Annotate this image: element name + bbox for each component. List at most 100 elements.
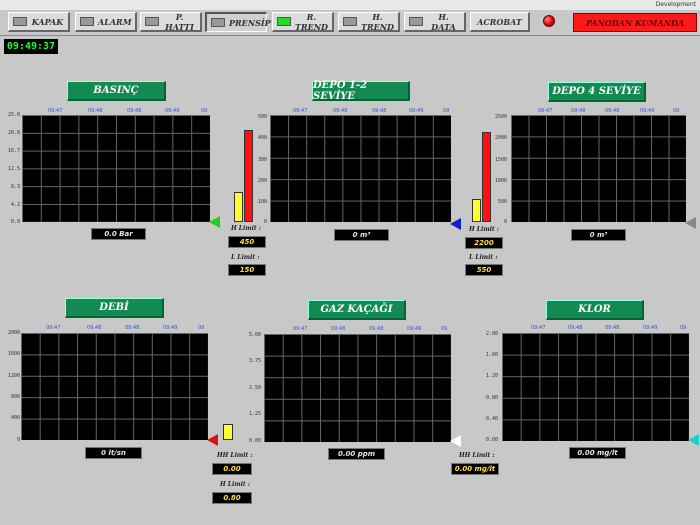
gaz-title: GAZ KAÇAĞI — [308, 300, 406, 320]
x-tick: 09:48 — [605, 325, 620, 331]
indicator-icon — [343, 17, 357, 26]
y-tick: 200 — [257, 178, 267, 184]
debi-value: 0 lt/sn — [85, 447, 142, 459]
y-tick: 500 — [257, 114, 267, 120]
nav-button-acrobat[interactable]: ACROBAT — [470, 12, 530, 32]
x-tick: 09 — [198, 325, 205, 331]
indicator-icon — [277, 17, 291, 26]
x-tick: 09:47 — [538, 108, 553, 114]
y-tick: 100 — [257, 199, 267, 205]
indicator-icon — [13, 17, 27, 26]
y-tick: 400 — [257, 135, 267, 141]
y-tick: 0.00 — [248, 438, 261, 444]
y-tick: 2500 — [494, 114, 507, 120]
nav-button-kapak[interactable]: KAPAK — [8, 12, 70, 32]
gaz-h-limit-value[interactable]: 0.80 — [212, 492, 252, 504]
x-tick: 09 — [201, 108, 208, 114]
indicator-icon — [409, 17, 423, 26]
depo4-value: 0 m³ — [571, 229, 626, 241]
nav-button-prensip[interactable]: PRENSİP — [205, 12, 271, 32]
basinc-marker-icon — [209, 216, 220, 228]
y-tick: 2.50 — [248, 385, 261, 391]
x-tick: 09:49 — [163, 325, 178, 331]
clock-display: 09:49:37 — [4, 39, 58, 54]
x-tick: 09 — [680, 325, 687, 331]
klor-title: KLOR — [546, 300, 644, 320]
depo12-l-limit-label: L Limit : — [231, 254, 260, 261]
y-tick: 1500 — [494, 157, 507, 163]
x-tick: 09:48 — [369, 326, 384, 332]
depo4-marker-icon — [685, 217, 696, 229]
nav-label: KAPAK — [31, 16, 64, 27]
panodan-kumanda-button[interactable]: PANODAN KUMANDA — [573, 13, 697, 32]
toolbar-separator — [0, 35, 700, 36]
nav-button-h-trend[interactable]: H. TREND — [338, 12, 400, 32]
x-tick: 09 — [441, 326, 448, 332]
y-tick: 2000 — [7, 330, 20, 336]
klor-hh-limit-value[interactable]: 0.00 mg/lt — [451, 463, 499, 475]
indicator-icon — [145, 17, 159, 26]
debi-trend-plot — [21, 333, 208, 440]
x-tick: 09:48 — [127, 108, 142, 114]
depo4-l-limit-value[interactable]: 550 — [465, 264, 503, 276]
gaz-h-limit-label: H Limit : — [220, 481, 250, 488]
basinc-title: BASINÇ — [67, 81, 166, 101]
x-tick: 09:47 — [46, 325, 61, 331]
y-tick: 12.5 — [7, 166, 20, 172]
depo12-l-limit-bar — [234, 192, 243, 222]
gaz-hh-limit-value[interactable]: 0.00 — [212, 463, 252, 475]
basinc-trend-plot — [22, 115, 210, 222]
nav-button-r-trend[interactable]: R. TREND — [272, 12, 334, 32]
gaz-trend-plot — [264, 334, 451, 442]
x-tick: 09 — [673, 108, 680, 114]
y-tick: 0.40 — [485, 416, 498, 422]
y-tick: 1.60 — [485, 352, 498, 358]
x-tick: 09:48 — [331, 326, 346, 332]
nav-label: ALARM — [98, 16, 132, 27]
y-tick: 2000 — [494, 135, 507, 141]
y-tick: 1000 — [494, 178, 507, 184]
y-tick: 500 — [497, 199, 507, 205]
x-tick: 09:49 — [640, 108, 655, 114]
depo4-title: DEPO 4 SEVİYE — [548, 82, 646, 102]
debi-marker-icon — [207, 434, 218, 446]
depo12-h-limit-value[interactable]: 450 — [228, 236, 266, 248]
y-tick: 800 — [10, 394, 20, 400]
x-tick: 09 — [443, 108, 450, 114]
nav-button-p-hatti[interactable]: P. HATTI — [140, 12, 202, 32]
x-tick: 09:49 — [407, 326, 422, 332]
y-tick: 2.00 — [485, 331, 498, 337]
y-tick: 5.00 — [248, 332, 261, 338]
nav-label: R. TREND — [295, 11, 328, 32]
y-tick: 1600 — [7, 351, 20, 357]
y-tick: 300 — [257, 157, 267, 163]
alarm-lamp-icon — [543, 15, 555, 27]
klor-marker-icon — [688, 434, 699, 446]
x-tick: 09:48 — [88, 108, 103, 114]
y-tick: 1.20 — [485, 373, 498, 379]
x-tick: 09:48 — [125, 325, 140, 331]
y-tick: 0.00 — [485, 437, 498, 443]
y-tick: 16.7 — [7, 148, 20, 154]
gaz-hh-limit-label: HH Limit : — [217, 452, 253, 459]
depo4-h-limit-value[interactable]: 2200 — [465, 237, 503, 249]
y-tick: 400 — [10, 415, 20, 421]
y-tick: 4.2 — [10, 202, 20, 208]
nav-button-alarm[interactable]: ALARM — [75, 12, 137, 32]
depo4-trend-plot — [511, 115, 686, 222]
x-tick: 09:48 — [605, 108, 620, 114]
depo12-trend-plot — [270, 115, 451, 222]
x-tick: 09:48 — [571, 108, 586, 114]
y-tick: 0 — [503, 219, 507, 225]
nav-label: PRENSİP — [229, 17, 271, 28]
x-tick: 09:47 — [48, 108, 63, 114]
depo12-l-limit-value[interactable]: 150 — [228, 264, 266, 276]
nav-button-h-data[interactable]: H. DATA — [404, 12, 466, 32]
x-tick: 09:48 — [568, 325, 583, 331]
depo4-h-limit-bar — [482, 132, 491, 222]
depo12-title: DEPO 1-2 SEVİYE — [312, 80, 410, 102]
nav-label: P. HATTI — [165, 11, 194, 32]
depo4-l-limit-bar — [472, 199, 481, 222]
nav-label: ACROBAT — [477, 16, 522, 27]
klor-hh-limit-label: HH Limit : — [459, 452, 495, 459]
